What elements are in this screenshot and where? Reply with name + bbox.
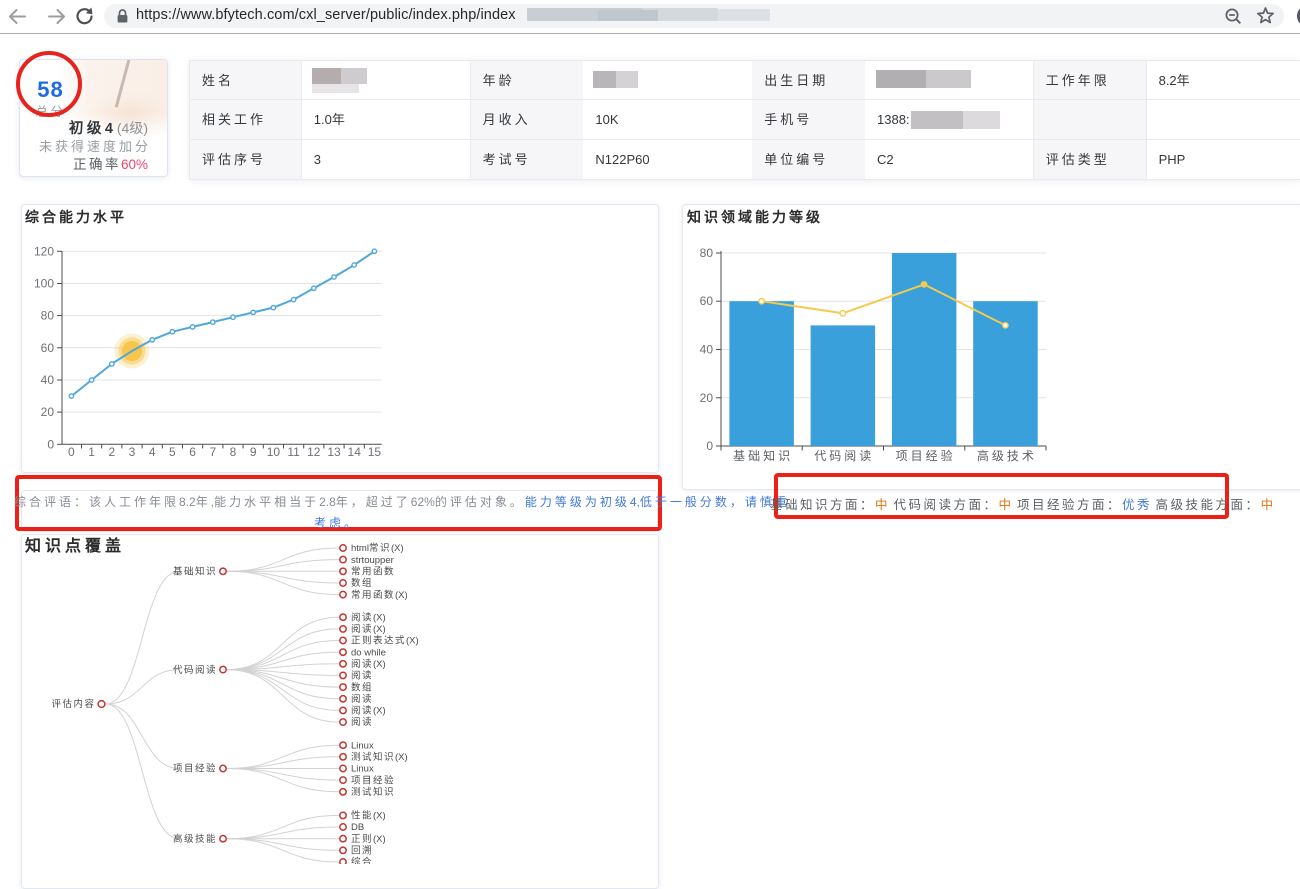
svg-text:9: 9 [250, 445, 257, 459]
svg-text:数组: 数组 [351, 681, 373, 693]
svg-text:20: 20 [700, 391, 714, 405]
svg-text:40: 40 [700, 343, 714, 357]
svg-text:1: 1 [88, 445, 95, 459]
svg-text:Linux: Linux [351, 764, 374, 775]
svg-text:数组: 数组 [351, 577, 373, 589]
svg-text:120: 120 [34, 244, 54, 258]
svg-text:基础知识: 基础知识 [733, 449, 793, 463]
svg-text:Linux: Linux [351, 740, 374, 751]
svg-text:回溯: 回溯 [351, 845, 373, 857]
svg-text:0: 0 [706, 439, 713, 453]
svg-text:阅读: 阅读 [351, 693, 373, 705]
svg-text:html常识(X): html常识(X) [351, 542, 404, 554]
svg-text:3: 3 [129, 445, 136, 459]
svg-text:项目经验: 项目经验 [896, 448, 956, 463]
svg-text:阅读: 阅读 [351, 716, 373, 728]
svg-text:阅读(X): 阅读(X) [351, 658, 386, 670]
svg-text:10: 10 [267, 445, 281, 459]
svg-text:14: 14 [348, 445, 362, 459]
svg-text:项目经验: 项目经验 [351, 774, 395, 786]
svg-text:40: 40 [41, 373, 55, 387]
svg-text:正则(X): 正则(X) [351, 833, 386, 845]
svg-text:strtoupper: strtoupper [351, 555, 394, 566]
svg-text:代码阅读: 代码阅读 [814, 449, 874, 463]
svg-text:阅读(X): 阅读(X) [351, 705, 386, 717]
svg-text:8: 8 [230, 445, 237, 459]
svg-text:2: 2 [108, 445, 115, 459]
svg-text:20: 20 [41, 405, 55, 419]
svg-text:常用函数(X): 常用函数(X) [351, 589, 408, 601]
svg-text:评估内容: 评估内容 [51, 698, 95, 710]
svg-text:综合: 综合 [351, 856, 373, 864]
svg-text:DB: DB [351, 822, 364, 833]
svg-text:正则表达式(X): 正则表达式(X) [351, 635, 419, 647]
svg-text:测试知识(X): 测试知识(X) [351, 751, 408, 763]
svg-text:100: 100 [34, 277, 54, 291]
svg-text:常用函数: 常用函数 [351, 566, 395, 578]
svg-text:4: 4 [149, 445, 156, 459]
svg-text:高级技术: 高级技术 [977, 448, 1037, 463]
svg-text:7: 7 [209, 445, 216, 459]
svg-text:性能(X): 性能(X) [351, 810, 386, 822]
svg-text:项目经验: 项目经验 [173, 763, 217, 775]
svg-text:11: 11 [287, 445, 300, 459]
svg-text:高级技能: 高级技能 [173, 833, 217, 845]
svg-text:阅读: 阅读 [351, 670, 373, 682]
svg-text:阅读(X): 阅读(X) [351, 611, 386, 623]
svg-text:60: 60 [700, 294, 714, 308]
svg-text:13: 13 [327, 445, 341, 459]
svg-text:基础知识: 基础知识 [173, 566, 217, 578]
svg-text:0: 0 [68, 445, 75, 459]
svg-text:代码阅读: 代码阅读 [173, 664, 217, 676]
svg-text:60: 60 [41, 341, 55, 355]
svg-text:6: 6 [189, 445, 196, 459]
svg-text:15: 15 [368, 445, 382, 459]
svg-text:阅读(X): 阅读(X) [351, 623, 386, 635]
svg-text:12: 12 [307, 445, 321, 459]
svg-text:80: 80 [41, 309, 55, 323]
svg-text:0: 0 [47, 437, 54, 451]
svg-text:测试知识: 测试知识 [351, 786, 395, 798]
svg-text:80: 80 [700, 246, 714, 260]
svg-text:do while: do while [351, 647, 386, 658]
svg-text:5: 5 [169, 445, 176, 459]
